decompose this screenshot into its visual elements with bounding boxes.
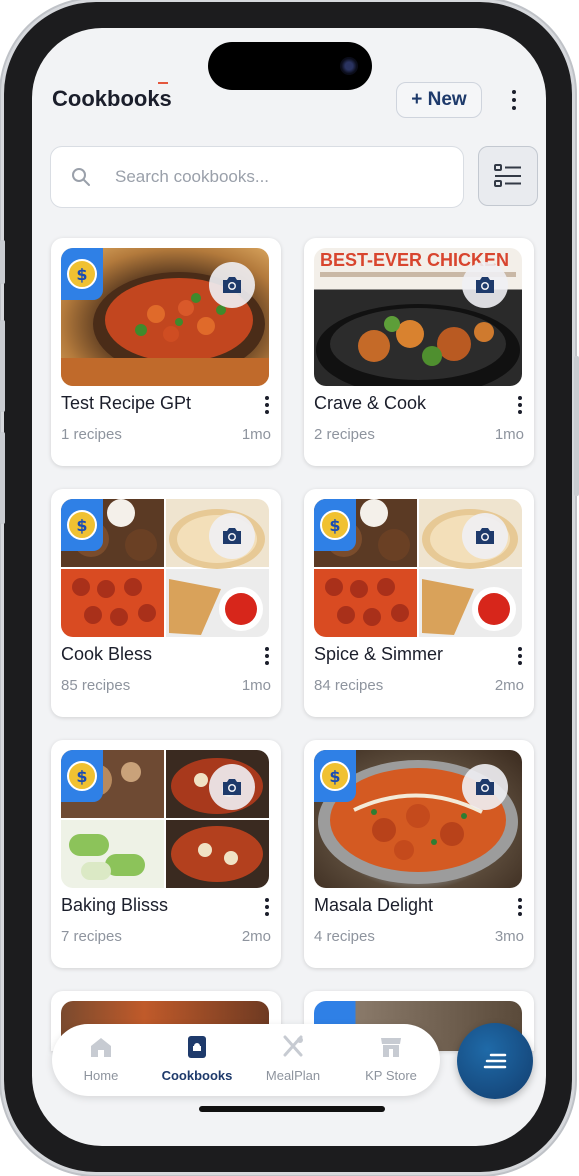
cookbook-age: 2mo [241, 928, 271, 945]
premium-badge: $ [61, 499, 103, 551]
new-cookbook-button[interactable]: + New [396, 82, 482, 118]
nav-label: Home [83, 1068, 119, 1083]
recipe-count: 1 recipes [61, 426, 122, 443]
menu-fab-button[interactable] [457, 1023, 533, 1099]
cookbook-cover-image: BEST-EVER CHICKEN [314, 248, 522, 386]
premium-badge: $ [61, 248, 103, 300]
cookbook-menu-icon[interactable] [259, 394, 275, 416]
camera-icon [223, 528, 241, 544]
cookbook-name: Spice & Simmer [314, 644, 444, 664]
cookbook-age: 1mo [494, 426, 524, 443]
change-cover-button[interactable] [462, 513, 508, 559]
camera-icon [476, 528, 494, 544]
coin-icon: $ [67, 259, 97, 289]
change-cover-button[interactable] [209, 764, 255, 810]
change-cover-button[interactable] [209, 513, 255, 559]
app-screen: Cookbooks + New Search cookbooks... $ Te… [32, 28, 546, 1146]
cookbook-age: 1mo [241, 677, 271, 694]
coin-icon: $ [320, 761, 350, 791]
cookbook-cover-collage: $ [314, 499, 522, 637]
cookbook-age: 3mo [494, 928, 524, 945]
cookbook-name: Baking Blisss [61, 895, 169, 915]
list-view-icon [494, 164, 521, 187]
search-icon [72, 168, 90, 186]
nav-mealplan[interactable]: MealPlan [248, 1034, 338, 1090]
cookbook-card[interactable]: $ Baking Blisss 7 recipes 2mo [51, 740, 281, 968]
cookbook-age: 1mo [241, 426, 271, 443]
cookbook-name: Crave & Cook [314, 393, 427, 413]
phone-side-button [0, 240, 5, 284]
cookbook-card[interactable]: BEST-EVER CHICKEN Crave & Cook 2 recipes… [304, 238, 534, 466]
camera-icon [476, 277, 494, 293]
nav-label: KP Store [365, 1068, 417, 1083]
title-accent-mark [158, 82, 168, 84]
bottom-navigation: Home Cookbooks MealPlan KP Store [52, 1024, 440, 1096]
premium-badge: $ [61, 750, 103, 802]
camera-icon [223, 779, 241, 795]
cookbook-card[interactable]: $ Test Recipe GPt 1 recipes 1mo [51, 238, 281, 466]
nav-kp-store[interactable]: KP Store [346, 1034, 436, 1090]
recipe-count: 2 recipes [314, 426, 375, 443]
cookbook-cover-image: $ [61, 248, 269, 386]
cookbook-cover-collage: $ [61, 750, 269, 888]
recipe-count: 85 recipes [61, 677, 131, 694]
dynamic-island [208, 42, 372, 90]
coin-icon: $ [67, 761, 97, 791]
premium-badge: $ [314, 750, 356, 802]
recipe-count: 4 recipes [314, 928, 375, 945]
cookbook-name: Test Recipe GPt [61, 393, 192, 413]
phone-side-button [0, 432, 5, 524]
cookbook-cover-image: $ [314, 750, 522, 888]
cookbook-name: Cook Bless [61, 644, 153, 664]
camera-icon [223, 277, 241, 293]
home-icon [91, 1038, 111, 1057]
more-options-icon[interactable] [502, 86, 526, 114]
cookbook-icon [188, 1036, 206, 1058]
cookbook-menu-icon[interactable] [512, 394, 528, 416]
coin-icon: $ [320, 510, 350, 540]
search-placeholder: Search cookbooks... [115, 167, 270, 186]
cookbook-name: Masala Delight [314, 895, 434, 915]
cookbook-menu-icon[interactable] [512, 645, 528, 667]
recipe-count: 7 recipes [61, 928, 122, 945]
premium-badge: $ [314, 499, 356, 551]
nav-cookbooks[interactable]: Cookbooks [152, 1034, 242, 1090]
search-bar[interactable]: Search cookbooks... [50, 146, 464, 208]
menu-lines-icon [483, 1053, 507, 1069]
page-title: Cookbooks [52, 86, 172, 111]
cookbook-card[interactable]: $ Cook Bless 85 recipes 1mo [51, 489, 281, 717]
cookbook-menu-icon[interactable] [259, 645, 275, 667]
cookbook-age: 2mo [494, 677, 524, 694]
home-indicator [199, 1106, 385, 1112]
change-cover-button[interactable] [462, 262, 508, 308]
change-cover-button[interactable] [462, 764, 508, 810]
nav-home[interactable]: Home [56, 1034, 146, 1090]
nav-label: Cookbooks [161, 1068, 233, 1083]
coin-icon: $ [67, 510, 97, 540]
cookbook-menu-icon[interactable] [259, 896, 275, 918]
list-view-toggle[interactable] [478, 146, 538, 206]
phone-side-button [0, 320, 5, 412]
cookbook-card[interactable]: $ Masala Delight 4 recipes 3mo [304, 740, 534, 968]
store-icon [381, 1038, 401, 1057]
camera-icon [476, 779, 494, 795]
cookbook-cover-collage: $ [61, 499, 269, 637]
cookbook-card[interactable]: $ Spice & Simmer 84 recipes 2mo [304, 489, 534, 717]
change-cover-button[interactable] [209, 262, 255, 308]
phone-side-button [574, 356, 579, 496]
nav-label: MealPlan [265, 1068, 321, 1083]
cookbook-menu-icon[interactable] [512, 896, 528, 918]
utensils-icon [283, 1035, 303, 1057]
recipe-count: 84 recipes [314, 677, 384, 694]
